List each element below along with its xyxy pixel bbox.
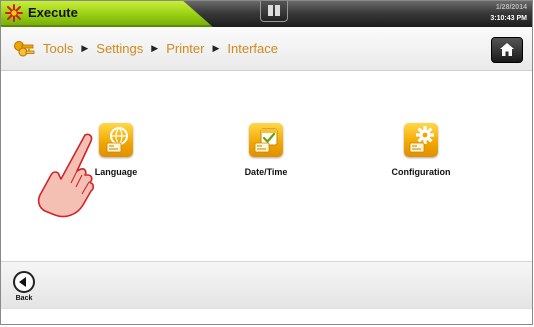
tile-configuration-label: Configuration bbox=[391, 167, 451, 177]
date-text: 1/28/2014 bbox=[495, 4, 527, 11]
tile-date-time[interactable]: Date/Time bbox=[216, 123, 316, 177]
back-arrow-icon bbox=[13, 271, 35, 293]
tile-configuration[interactable]: Configuration bbox=[371, 123, 471, 177]
keys-icon bbox=[14, 41, 35, 57]
status-label: Execute bbox=[28, 5, 78, 20]
home-icon bbox=[500, 43, 514, 56]
laser-burst-icon bbox=[5, 4, 23, 22]
tile-date-time-label: Date/Time bbox=[244, 167, 288, 177]
pause-icon bbox=[268, 5, 273, 16]
breadcrumb-arrow-icon: ▶ bbox=[151, 43, 159, 53]
date-time-display: 1/28/2014 3:10:43 PM bbox=[490, 2, 527, 24]
app-window: Execute 1/28/2014 3:10:43 PM Tools ▶ Set… bbox=[0, 0, 533, 325]
calendar-check-icon bbox=[249, 123, 283, 157]
top-status-bar: Execute 1/28/2014 3:10:43 PM bbox=[1, 1, 532, 27]
breadcrumb-settings[interactable]: Settings bbox=[96, 41, 143, 56]
back-button[interactable]: Back bbox=[12, 271, 36, 302]
gear-icon bbox=[404, 123, 438, 157]
footer-strip bbox=[1, 308, 532, 324]
globe-icon bbox=[99, 123, 133, 157]
breadcrumb-arrow-icon: ▶ bbox=[212, 43, 220, 53]
breadcrumb-interface: Interface bbox=[227, 41, 278, 56]
pause-tab[interactable] bbox=[260, 1, 288, 22]
breadcrumb-bar: Tools ▶ Settings ▶ Printer ▶ Interface bbox=[1, 27, 532, 71]
breadcrumb-tools[interactable]: Tools bbox=[43, 41, 73, 56]
breadcrumb: Tools ▶ Settings ▶ Printer ▶ Interface bbox=[43, 41, 278, 56]
time-text: 3:10:43 PM bbox=[490, 15, 527, 22]
pause-icon-bar bbox=[275, 5, 280, 16]
breadcrumb-printer[interactable]: Printer bbox=[166, 41, 204, 56]
home-button[interactable] bbox=[491, 37, 523, 63]
bottom-bar: Back bbox=[1, 261, 532, 309]
status-tab[interactable]: Execute bbox=[1, 1, 213, 27]
back-label: Back bbox=[15, 295, 33, 302]
breadcrumb-arrow-icon: ▶ bbox=[81, 43, 89, 53]
pointing-hand-icon bbox=[37, 133, 95, 218]
